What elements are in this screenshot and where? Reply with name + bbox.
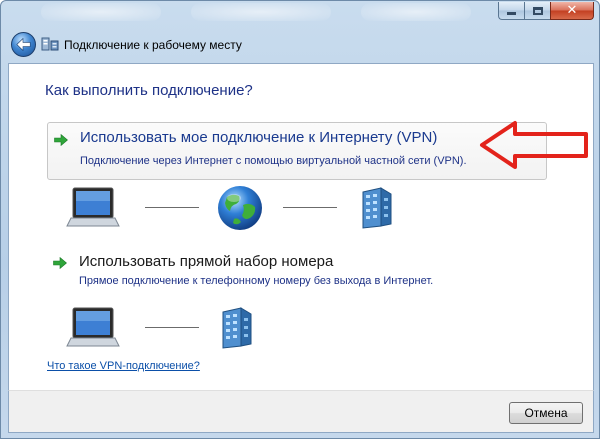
globe-internet-icon — [218, 186, 262, 230]
page-question: Как выполнить подключение? — [45, 82, 253, 99]
green-arrow-icon — [54, 134, 68, 146]
network-connection-icon — [41, 37, 59, 51]
wizard-window: ✕ Подключение к рабочему месту Как выпол… — [0, 0, 600, 439]
office-building-icon — [362, 187, 392, 229]
wizard-header: Подключение к рабочему месту — [7, 27, 593, 63]
green-arrow-icon — [53, 257, 67, 269]
maximize-button[interactable] — [524, 2, 550, 20]
back-button[interactable] — [11, 32, 36, 57]
option-dialup-title: Использовать прямой набор номера — [79, 253, 334, 270]
red-outline-arrow-icon — [480, 121, 588, 169]
office-building-icon — [222, 307, 252, 349]
cancel-button[interactable]: Отмена — [509, 402, 583, 424]
title-bar[interactable]: ✕ — [1, 1, 599, 27]
computer-icon — [66, 307, 120, 347]
caption-buttons: ✕ — [498, 2, 594, 20]
connection-line — [145, 207, 199, 208]
dialup-diagram — [65, 304, 285, 354]
option-vpn[interactable]: Использовать мое подключение к Интернету… — [47, 122, 547, 180]
window-title: Подключение к рабочему месту — [64, 38, 242, 52]
minimize-button[interactable] — [498, 2, 524, 20]
maximize-icon — [532, 6, 543, 15]
minimize-icon — [507, 12, 516, 15]
title-bar-blur — [191, 3, 331, 21]
title-bar-blur — [361, 3, 471, 21]
vpn-help-link[interactable]: Что такое VPN-подключение? — [47, 360, 200, 372]
connection-line — [145, 327, 199, 328]
computer-icon — [66, 187, 120, 227]
vpn-diagram — [65, 184, 425, 234]
wizard-footer: Отмена — [8, 390, 594, 433]
close-icon: ✕ — [566, 3, 578, 18]
option-dialup-description: Прямое подключение к телефонному номеру … — [79, 275, 434, 287]
close-button[interactable]: ✕ — [550, 2, 594, 20]
content-area: Как выполнить подключение? Использовать … — [8, 63, 594, 390]
option-dialup[interactable]: Использовать прямой набор номера Прямое … — [47, 248, 547, 292]
back-arrow-icon — [16, 38, 31, 51]
title-bar-blur — [41, 3, 161, 21]
option-vpn-title: Использовать мое подключение к Интернету… — [80, 129, 438, 146]
connection-line — [283, 207, 337, 208]
option-vpn-description: Подключение через Интернет с помощью вир… — [80, 155, 467, 167]
